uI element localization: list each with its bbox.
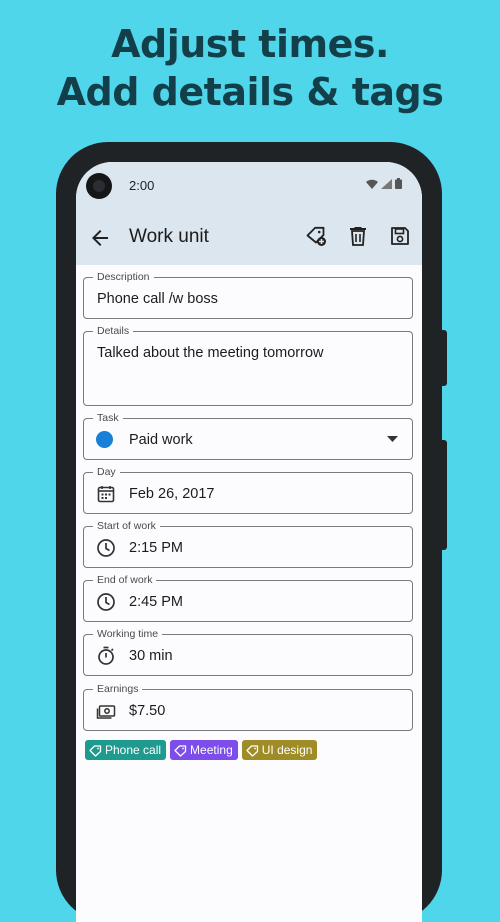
- camera-hole: [86, 173, 112, 199]
- stopwatch-icon: [98, 646, 114, 665]
- end-of-work-value: 2:45 PM: [129, 594, 183, 610]
- task-color-dot: [96, 431, 113, 448]
- add-tag-icon[interactable]: [304, 224, 328, 248]
- save-icon[interactable]: [388, 224, 412, 248]
- headline-line-1: Adjust times.: [111, 22, 389, 66]
- earnings-label: Earnings: [93, 682, 143, 696]
- task-value: Paid work: [129, 432, 193, 448]
- details-value: Talked about the meeting tomorrow: [97, 345, 324, 361]
- description-value: Phone call /w boss: [97, 291, 218, 307]
- day-field[interactable]: Day Feb 26, 2017: [83, 465, 413, 514]
- end-of-work-label: End of work: [93, 573, 157, 587]
- end-of-work-field[interactable]: End of work 2:45 PM: [83, 573, 413, 622]
- start-of-work-value: 2:15 PM: [129, 540, 183, 556]
- cash-icon: [96, 705, 116, 719]
- phone-frame: 2:00 Work unit Description Phone call /w…: [56, 142, 447, 922]
- details-label: Details: [93, 324, 134, 338]
- start-of-work-label: Start of work: [93, 519, 160, 533]
- tag-icon: [246, 744, 258, 757]
- tag-label: Phone call: [105, 743, 162, 757]
- day-value: Feb 26, 2017: [129, 486, 215, 502]
- description-label: Description: [93, 270, 154, 284]
- battery-icon: [395, 178, 402, 189]
- headline-line-2: Add details & tags: [56, 70, 444, 114]
- earnings-field[interactable]: Earnings $7.50: [83, 682, 413, 731]
- promo-headline: Adjust times. Add details & tags: [0, 20, 500, 116]
- earnings-value: $7.50: [129, 703, 166, 719]
- tag-label: UI design: [261, 743, 313, 757]
- status-time: 2:00: [129, 178, 155, 193]
- tag-icon: [89, 744, 102, 757]
- start-of-work-field[interactable]: Start of work 2:15 PM: [83, 519, 413, 568]
- tag-label: Meeting: [190, 743, 233, 757]
- clock-icon: [97, 539, 115, 557]
- phone-screen: 2:00 Work unit Description Phone call /w…: [76, 162, 422, 922]
- working-time-label: Working time: [93, 627, 163, 641]
- dropdown-arrow-icon: [387, 436, 398, 442]
- status-bar: 2:00: [76, 162, 422, 208]
- description-field[interactable]: Description Phone call /w boss: [83, 270, 413, 319]
- working-time-value: 30 min: [129, 648, 173, 664]
- tag-list: Phone call Meeting UI design: [85, 740, 318, 760]
- back-arrow-icon[interactable]: [88, 226, 112, 250]
- details-field[interactable]: Details Talked about the meeting tomorro…: [83, 324, 413, 406]
- day-label: Day: [93, 465, 120, 479]
- calendar-icon: [97, 486, 115, 503]
- task-select[interactable]: Task Paid work: [83, 411, 413, 460]
- signal-icon: [381, 178, 392, 189]
- phone-side-button-bottom: [442, 440, 447, 550]
- clock-icon: [97, 593, 115, 611]
- task-label: Task: [93, 411, 123, 425]
- phone-side-button-top: [442, 330, 447, 386]
- delete-icon[interactable]: [346, 224, 370, 248]
- wifi-icon: [366, 179, 378, 189]
- tag-chip-ui-design[interactable]: UI design: [241, 740, 318, 760]
- status-icons: [366, 178, 402, 189]
- tag-chip-phone-call[interactable]: Phone call: [85, 740, 167, 760]
- page-title: Work unit: [129, 226, 209, 247]
- working-time-field[interactable]: Working time 30 min: [83, 627, 413, 676]
- app-bar: Work unit: [76, 208, 422, 265]
- tag-icon: [174, 744, 187, 757]
- tag-chip-meeting[interactable]: Meeting: [170, 740, 238, 760]
